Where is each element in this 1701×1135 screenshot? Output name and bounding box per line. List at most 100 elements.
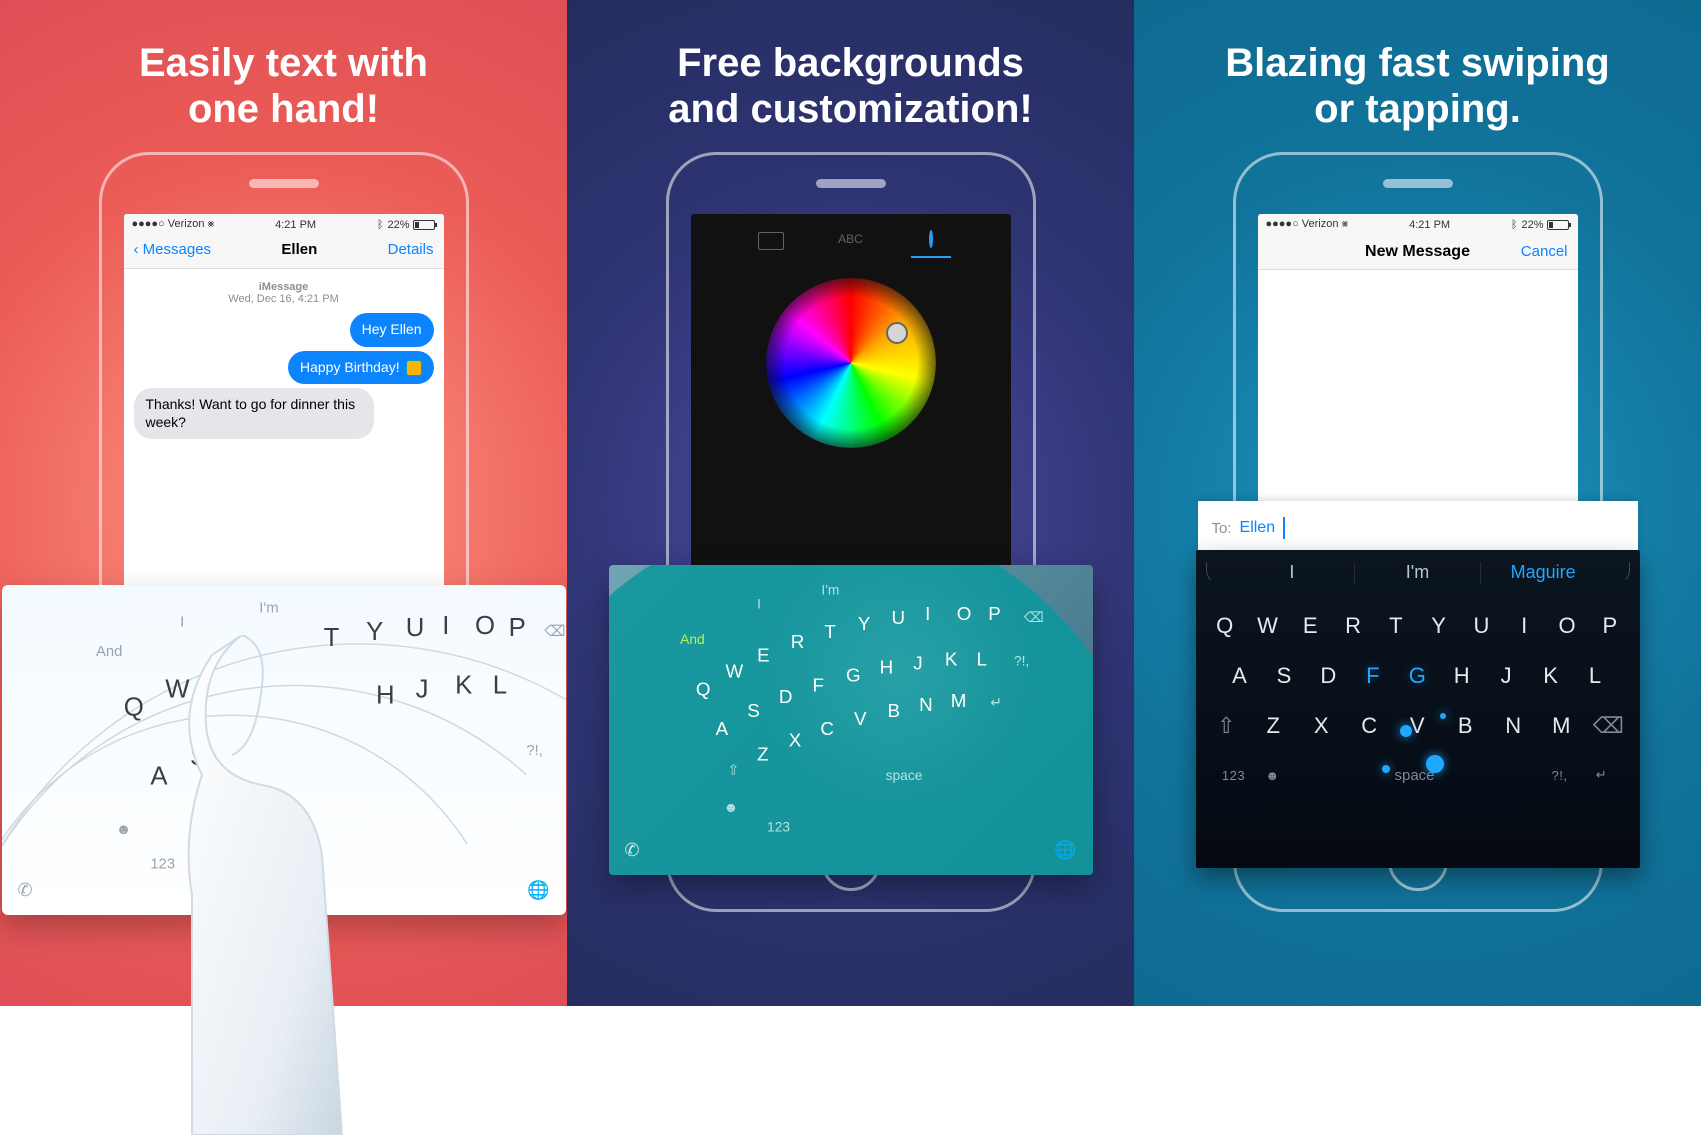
key-y[interactable]: Y: [366, 618, 383, 646]
numeric-key[interactable]: 123: [150, 857, 175, 873]
color-wheel[interactable]: [766, 278, 936, 448]
key-l[interactable]: L: [976, 649, 986, 670]
numeric-key[interactable]: 123: [767, 819, 790, 835]
suggestion-1[interactable]: I: [1230, 558, 1355, 587]
key-l[interactable]: L: [492, 672, 506, 700]
key-c[interactable]: C: [820, 718, 834, 739]
arc-keyboard-2[interactable]: And I I'm Q W E R T Y U I O P ⌫ A S D: [609, 565, 1093, 875]
key-s[interactable]: S: [1262, 651, 1306, 701]
suggestion-3[interactable]: Maguire: [1481, 558, 1606, 587]
key-k[interactable]: K: [455, 672, 472, 700]
key-o[interactable]: O: [1546, 601, 1589, 651]
key-i[interactable]: I: [1503, 601, 1546, 651]
key-q[interactable]: Q: [695, 678, 710, 699]
key-g[interactable]: G: [846, 664, 861, 685]
emoji-icon[interactable]: ☻: [723, 799, 738, 815]
key-r[interactable]: R: [790, 631, 804, 652]
spacebar[interactable]: space: [1292, 759, 1538, 792]
emoji-icon[interactable]: ☻: [115, 822, 131, 838]
key-j[interactable]: J: [415, 676, 428, 704]
key-o[interactable]: O: [474, 612, 494, 640]
backspace-key[interactable]: ⌫: [1586, 701, 1632, 751]
details-button[interactable]: Details: [388, 241, 434, 258]
key-b[interactable]: B: [887, 700, 900, 721]
emoji-key[interactable]: ☻: [1256, 756, 1290, 795]
shift-icon[interactable]: ⇧: [727, 761, 739, 777]
key-x[interactable]: X: [788, 730, 801, 751]
key-d[interactable]: D: [778, 686, 792, 707]
numeric-key[interactable]: 123: [1214, 756, 1254, 795]
suggestion-and[interactable]: And: [95, 644, 121, 660]
key-z[interactable]: Z: [757, 743, 768, 764]
punct-key[interactable]: ?!,: [526, 743, 543, 759]
key-p[interactable]: P: [508, 614, 525, 642]
key-i[interactable]: I: [925, 603, 930, 624]
shift-key[interactable]: ⇧: [1204, 701, 1250, 751]
suggestion-im[interactable]: I'm: [821, 582, 839, 598]
key-q[interactable]: Q: [123, 693, 143, 721]
key-k[interactable]: K: [1529, 651, 1573, 701]
color-dot-icon[interactable]: [886, 322, 908, 344]
key-k[interactable]: K: [944, 649, 957, 670]
punct-key[interactable]: ?!,: [1013, 653, 1028, 669]
key-t[interactable]: T: [824, 621, 836, 642]
key-a[interactable]: A: [1218, 651, 1262, 701]
key-f[interactable]: F: [1351, 651, 1395, 701]
key-t[interactable]: T: [1375, 601, 1418, 651]
key-e[interactable]: E: [757, 645, 770, 666]
key-w[interactable]: W: [165, 676, 190, 704]
key-t[interactable]: T: [323, 624, 339, 652]
key-c[interactable]: C: [1346, 701, 1394, 751]
return-icon[interactable]: ↵: [990, 694, 1002, 710]
back-button[interactable]: ‹ Messages: [134, 241, 212, 258]
key-s[interactable]: S: [189, 743, 206, 771]
key-u[interactable]: U: [405, 614, 424, 642]
globe-icon[interactable]: 🌐: [1054, 840, 1076, 861]
key-w[interactable]: W: [725, 661, 743, 682]
key-a[interactable]: A: [715, 718, 728, 739]
key-o[interactable]: O: [956, 603, 971, 624]
key-v[interactable]: V: [853, 708, 866, 729]
suggestion-and[interactable]: And: [680, 631, 705, 647]
suggestion-i[interactable]: I: [180, 614, 184, 630]
suggestion-i[interactable]: I: [757, 595, 761, 611]
backspace-icon[interactable]: ⌫: [544, 624, 565, 640]
key-b[interactable]: B: [1442, 701, 1490, 751]
key-z[interactable]: Z: [1250, 701, 1298, 751]
handset-icon[interactable]: ✆: [625, 840, 640, 861]
key-y[interactable]: Y: [857, 613, 870, 634]
punct-key[interactable]: ?!,: [1540, 756, 1580, 795]
cancel-button[interactable]: Cancel: [1521, 243, 1568, 260]
key-h[interactable]: H: [376, 681, 395, 709]
key-n[interactable]: N: [919, 694, 933, 715]
key-r[interactable]: R: [1332, 601, 1375, 651]
key-h[interactable]: H: [1440, 651, 1484, 701]
handset-icon[interactable]: ✆: [18, 880, 33, 901]
key-n[interactable]: N: [1490, 701, 1538, 751]
key-l[interactable]: L: [1573, 651, 1617, 701]
key-m[interactable]: M: [1538, 701, 1586, 751]
arc-toggle-right-icon[interactable]: [1606, 562, 1630, 584]
key-i[interactable]: I: [442, 612, 449, 640]
to-field[interactable]: To: Ellen: [1198, 501, 1638, 556]
key-e[interactable]: E: [1289, 601, 1332, 651]
key-p[interactable]: P: [988, 603, 1001, 624]
key-q[interactable]: Q: [1204, 601, 1247, 651]
dark-keyboard[interactable]: I I'm Maguire Q W E R T Y U: [1196, 550, 1640, 868]
tab-abc[interactable]: ABC: [831, 232, 871, 258]
arc-keyboard-1[interactable]: And I I'm Q W T Y U I O P ⌫ A S H: [2, 585, 566, 915]
key-u[interactable]: U: [891, 607, 905, 628]
backspace-icon[interactable]: ⌫: [1023, 609, 1043, 625]
key-a[interactable]: A: [150, 763, 168, 791]
key-w[interactable]: W: [1246, 601, 1289, 651]
suggestion-im[interactable]: I'm: [259, 600, 278, 616]
key-s[interactable]: S: [747, 700, 760, 721]
return-key[interactable]: ↵: [1582, 755, 1622, 795]
key-h[interactable]: H: [879, 657, 893, 678]
key-f[interactable]: F: [812, 674, 823, 695]
key-u[interactable]: U: [1460, 601, 1503, 651]
key-x[interactable]: X: [1298, 701, 1346, 751]
globe-icon[interactable]: 🌐: [527, 880, 549, 901]
key-d[interactable]: D: [1306, 651, 1350, 701]
key-g[interactable]: G: [1395, 651, 1439, 701]
